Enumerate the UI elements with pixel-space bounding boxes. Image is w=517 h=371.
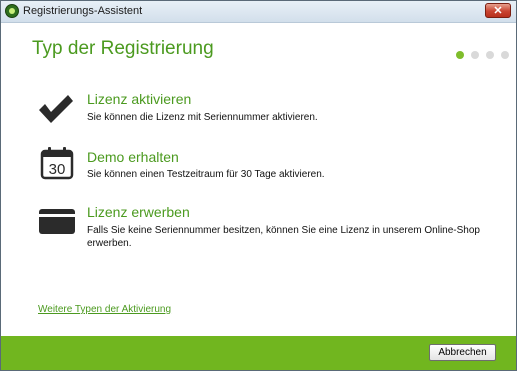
more-activation-types-link[interactable]: Weitere Typen der Aktivierung <box>38 304 171 315</box>
option-title: Demo erhalten <box>87 149 179 165</box>
cancel-button[interactable]: Abbrechen <box>429 344 496 361</box>
registration-wizard-window: Registrierungs-Assistent ✕ Typ der Regis… <box>0 0 517 371</box>
window-title: Registrierungs-Assistent <box>23 5 143 17</box>
step-dot-2 <box>471 51 479 59</box>
footer-bar: Abbrechen <box>1 336 516 370</box>
close-button[interactable]: ✕ <box>485 3 511 18</box>
calendar-icon: 30 <box>40 146 74 184</box>
option-title: Lizenz aktivieren <box>87 91 192 107</box>
option-title: Lizenz erwerben <box>87 204 190 220</box>
option-description: Sie können die Lizenz mit Seriennummer a… <box>87 112 318 123</box>
calendar-number: 30 <box>49 161 66 178</box>
option-description: Falls Sie keine Seriennummer besitzen, k… <box>87 225 480 249</box>
step-dot-1 <box>456 51 464 59</box>
title-bar[interactable]: Registrierungs-Assistent ✕ <box>1 1 516 23</box>
credit-card-icon <box>38 209 76 239</box>
option-description: Sie können einen Testzeitraum für 30 Tag… <box>87 169 325 180</box>
page-title: Typ der Registrierung <box>32 38 214 59</box>
step-dot-4 <box>501 51 509 59</box>
step-dot-3 <box>486 51 494 59</box>
checkmark-icon <box>37 93 75 129</box>
app-logo-icon <box>5 4 19 18</box>
